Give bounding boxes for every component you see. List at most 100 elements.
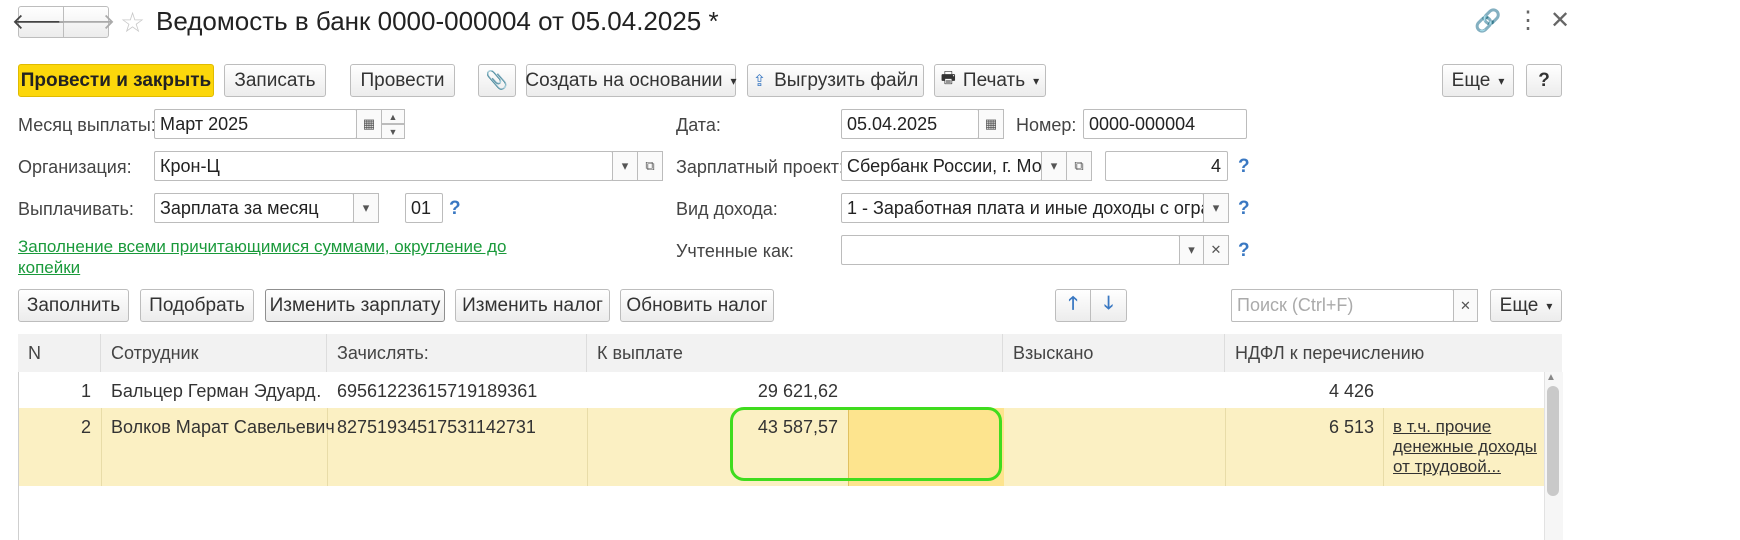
forward-button[interactable]: 🡒 xyxy=(57,6,116,38)
clear-x-icon: ✕ xyxy=(1210,242,1222,257)
month-down-button[interactable]: ▼ xyxy=(381,124,405,139)
close-icon[interactable]: ✕ xyxy=(1550,6,1570,35)
highlight-outline xyxy=(730,407,1002,481)
open-window-icon: ⧉ xyxy=(1074,158,1084,173)
update-tax-button[interactable]: Обновить налог xyxy=(620,289,774,322)
counted-as-dropdown-button[interactable]: ▾ xyxy=(1179,235,1204,265)
move-down-button[interactable]: 🡓 xyxy=(1090,289,1127,322)
calendar-icon: ▦ xyxy=(362,116,376,131)
ndfl-amount: 4 426 xyxy=(1328,381,1374,401)
link-icon[interactable]: 🔗 xyxy=(1474,8,1501,34)
salary-project-number[interactable]: 4 xyxy=(1105,151,1228,181)
date-calendar-button[interactable]: ▦ xyxy=(978,109,1004,139)
chevron-up-icon: ▲ xyxy=(388,111,398,122)
change-tax-button[interactable]: Изменить налог xyxy=(455,289,610,322)
scroll-up-arrow-icon[interactable]: ▲ xyxy=(1546,372,1556,383)
scrollbar-thumb[interactable] xyxy=(1547,386,1559,496)
employee-name: Волков Марат Савельевич xyxy=(111,417,335,437)
favorite-star-icon[interactable]: ☆ xyxy=(120,6,145,39)
search-clear-button[interactable]: ✕ xyxy=(1453,289,1478,322)
income-type-dropdown-button[interactable]: ▾ xyxy=(1203,193,1229,223)
counted-as-label: Учтенные как: xyxy=(676,241,794,261)
col-header-employee[interactable]: Сотрудник xyxy=(101,334,327,372)
help-question-icon[interactable]: ? xyxy=(1238,156,1250,178)
date-input[interactable]: 05.04.2025 xyxy=(841,109,979,139)
number-input[interactable]: 0000-000004 xyxy=(1083,109,1247,139)
post-and-close-button[interactable]: Провести и закрыть xyxy=(18,64,214,97)
chevron-down-icon: ▼ xyxy=(388,126,398,137)
printer-icon: 🖶 xyxy=(940,70,956,87)
col-header-account[interactable]: Зачислять: xyxy=(327,334,587,372)
col-header-n[interactable]: N xyxy=(18,334,101,372)
print-button[interactable]: 🖶 Печать ▾ xyxy=(934,64,1046,97)
more-vertical-icon[interactable]: ⋮ xyxy=(1516,6,1540,35)
chevron-down-icon: ▾ xyxy=(362,200,370,215)
chevron-down-icon: ▾ xyxy=(1050,158,1058,173)
counted-as-clear-button[interactable]: ✕ xyxy=(1203,235,1229,265)
page-title: Ведомость в банк 0000-000004 от 05.04.20… xyxy=(156,6,719,36)
table-more-button[interactable]: Еще ▾ xyxy=(1490,289,1562,322)
calendar-button[interactable]: ▦ xyxy=(356,109,382,139)
post-button[interactable]: Провести xyxy=(350,64,455,97)
fill-button[interactable]: Заполнить xyxy=(18,289,129,322)
organization-label: Организация: xyxy=(18,157,132,177)
search-input[interactable]: Поиск (Ctrl+F) xyxy=(1231,289,1454,322)
employee-name: Бальцер Герман Эдуард… xyxy=(111,381,321,401)
fill-all-link[interactable]: Заполнение всеми причитающимися суммами,… xyxy=(18,236,507,278)
salary-project-label: Зарплатный проект: xyxy=(676,157,845,177)
month-up-button[interactable]: ▲ xyxy=(381,109,405,124)
caret-down-icon: ▾ xyxy=(1033,73,1040,88)
col-divider xyxy=(1383,408,1384,486)
organization-input[interactable]: Крон-Ц xyxy=(154,151,613,181)
income-type-input[interactable]: 1 - Заработная плата и иные доходы с огр… xyxy=(841,193,1204,223)
account-number: 69561223615719189361 xyxy=(337,381,538,401)
caret-down-icon: ▾ xyxy=(1546,298,1553,313)
caret-down-icon: ▾ xyxy=(730,73,737,88)
help-question-icon[interactable]: ? xyxy=(1238,198,1250,220)
chevron-down-icon: ▾ xyxy=(1212,200,1220,215)
salary-project-input[interactable]: Сбербанк России, г. Моск xyxy=(841,151,1042,181)
month-label: Месяц выплаты: xyxy=(18,115,156,135)
caret-down-icon: ▾ xyxy=(1498,73,1505,88)
organization-open-button[interactable]: ⧉ xyxy=(637,151,663,181)
change-salary-button[interactable]: Изменить зарплату xyxy=(265,289,445,322)
chevron-down-icon: ▾ xyxy=(1188,242,1195,257)
select-button[interactable]: Подобрать xyxy=(140,289,254,322)
arrow-right-icon: 🡒 xyxy=(56,9,116,34)
date-label: Дата: xyxy=(676,115,721,135)
number-label: Номер: xyxy=(1016,115,1077,135)
save-button[interactable]: Записать xyxy=(224,64,326,97)
account-number: 82751934517531142731 xyxy=(337,417,536,437)
paperclip-icon: 📎 xyxy=(485,70,509,90)
more-button[interactable]: Еще ▾ xyxy=(1442,64,1514,97)
col-header-pay[interactable]: К выплате xyxy=(587,334,1003,372)
header-spacer xyxy=(1544,334,1562,372)
pay-dropdown-button[interactable]: ▾ xyxy=(353,193,379,223)
arrow-up-icon: 🡑 xyxy=(1068,292,1078,313)
export-icon: ⇪ xyxy=(752,72,767,90)
move-up-button[interactable]: 🡑 xyxy=(1055,289,1091,322)
help-button[interactable]: ? xyxy=(1526,64,1562,97)
chevron-down-icon: ▾ xyxy=(621,158,629,173)
col-header-collected[interactable]: Взыскано xyxy=(1003,334,1225,372)
help-question-icon[interactable]: ? xyxy=(449,198,461,220)
pay-code-input[interactable]: 01 xyxy=(405,193,443,223)
counted-as-input[interactable] xyxy=(841,235,1180,265)
organization-dropdown-button[interactable]: ▾ xyxy=(612,151,638,181)
ndfl-amount: 6 513 xyxy=(1328,417,1374,437)
col-header-ndfl[interactable]: НДФЛ к перечислению xyxy=(1225,334,1545,372)
pay-input[interactable]: Зарплата за месяц xyxy=(154,193,354,223)
row-number: 2 xyxy=(80,417,91,437)
month-input[interactable]: Март 2025 xyxy=(154,109,357,139)
attach-button[interactable]: 📎 xyxy=(478,64,516,97)
row-number: 1 xyxy=(80,381,91,401)
salary-project-dropdown-button[interactable]: ▾ xyxy=(1041,151,1067,181)
ndfl-details-link[interactable]: в т.ч. прочие денежные доходы от трудовой.… xyxy=(1393,417,1537,477)
col-divider xyxy=(101,408,102,486)
create-based-on-button[interactable]: Создать на основании ▾ xyxy=(525,64,737,97)
salary-project-open-button[interactable]: ⧉ xyxy=(1066,151,1092,181)
export-file-button[interactable]: ⇪ Выгрузить файл xyxy=(747,64,924,97)
calendar-icon: ▦ xyxy=(984,116,998,131)
help-question-icon[interactable]: ? xyxy=(1238,240,1250,262)
clear-x-icon: ✕ xyxy=(1460,297,1471,313)
